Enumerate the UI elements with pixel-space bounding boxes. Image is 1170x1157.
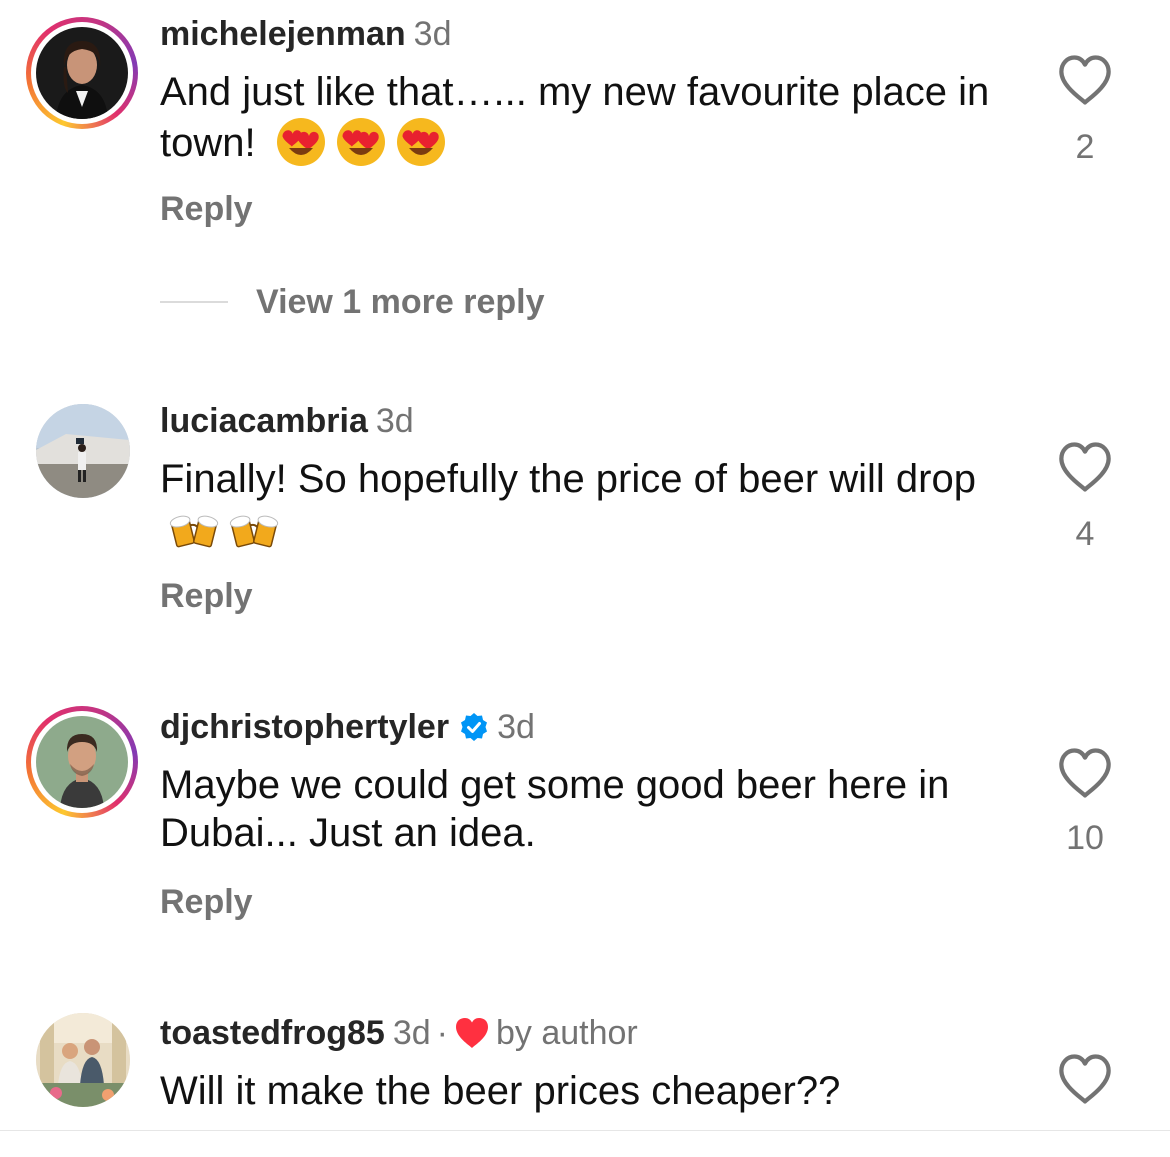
beer-mugs-emoji xyxy=(228,503,280,555)
comment-header: luciacambria 3d xyxy=(160,401,414,441)
separator: · xyxy=(436,1014,448,1052)
comment-header: michelejenman 3d xyxy=(160,14,451,54)
verified-badge-icon xyxy=(459,711,489,741)
timestamp: 3d xyxy=(413,15,452,53)
heart-outline-icon xyxy=(1059,748,1111,798)
heart-outline-icon xyxy=(1059,1054,1111,1104)
comment-text: Will it make the beer prices cheaper?? xyxy=(160,1067,1020,1115)
username[interactable]: luciacambria xyxy=(160,402,368,440)
heart-eyes-emoji xyxy=(395,116,447,168)
view-more-replies-label[interactable]: View 1 more reply xyxy=(256,283,545,322)
like-button[interactable] xyxy=(1056,54,1114,106)
comment-text: Finally! So hopefully the price of beer … xyxy=(160,455,1020,555)
liked-by-author-heart-icon xyxy=(454,1016,490,1050)
timestamp: 3d xyxy=(392,1014,431,1052)
reply-button[interactable]: Reply xyxy=(160,883,253,922)
comment-header: djchristophertyler 3d xyxy=(160,707,535,747)
like-count: 4 xyxy=(1075,515,1095,553)
timestamp: 3d xyxy=(375,402,414,440)
timestamp: 3d xyxy=(497,708,535,746)
heart-outline-icon xyxy=(1059,55,1111,105)
avatar-image xyxy=(36,404,130,498)
like-button[interactable] xyxy=(1056,747,1114,799)
comment-text-content: Maybe we could get some good beer here i… xyxy=(160,763,950,855)
beer-mugs-emoji xyxy=(168,503,220,555)
comment-text: And just like that…... my new favourite … xyxy=(160,68,1020,168)
comment-header: toastedfrog85 3d · by author xyxy=(160,1013,638,1053)
reply-button[interactable]: Reply xyxy=(160,190,253,229)
view-more-replies[interactable]: View 1 more reply xyxy=(160,280,545,324)
like-button[interactable] xyxy=(1056,1053,1114,1105)
liked-by-author-label: by author xyxy=(495,1014,638,1052)
username[interactable]: djchristophertyler xyxy=(160,708,449,746)
heart-eyes-emoji xyxy=(275,116,327,168)
avatar-image xyxy=(36,1013,130,1107)
avatar-image xyxy=(36,27,128,119)
avatar[interactable] xyxy=(26,394,138,506)
bottom-divider xyxy=(0,1130,1170,1131)
like-count: 2 xyxy=(1075,128,1095,166)
comment-text: Maybe we could get some good beer here i… xyxy=(160,761,1020,857)
heart-outline-icon xyxy=(1059,442,1111,492)
comment-text-content: Finally! So hopefully the price of beer … xyxy=(160,457,976,501)
comment-text-content: Will it make the beer prices cheaper?? xyxy=(160,1069,841,1113)
avatar[interactable] xyxy=(26,1003,138,1115)
reply-button[interactable]: Reply xyxy=(160,577,253,616)
heart-eyes-emoji xyxy=(335,116,387,168)
avatar-image xyxy=(36,716,128,808)
like-button[interactable] xyxy=(1056,441,1114,493)
like-count: 10 xyxy=(1066,819,1104,857)
divider xyxy=(160,301,228,303)
username[interactable]: toastedfrog85 xyxy=(160,1014,385,1052)
avatar[interactable] xyxy=(26,17,138,129)
username[interactable]: michelejenman xyxy=(160,15,406,53)
avatar[interactable] xyxy=(26,706,138,818)
